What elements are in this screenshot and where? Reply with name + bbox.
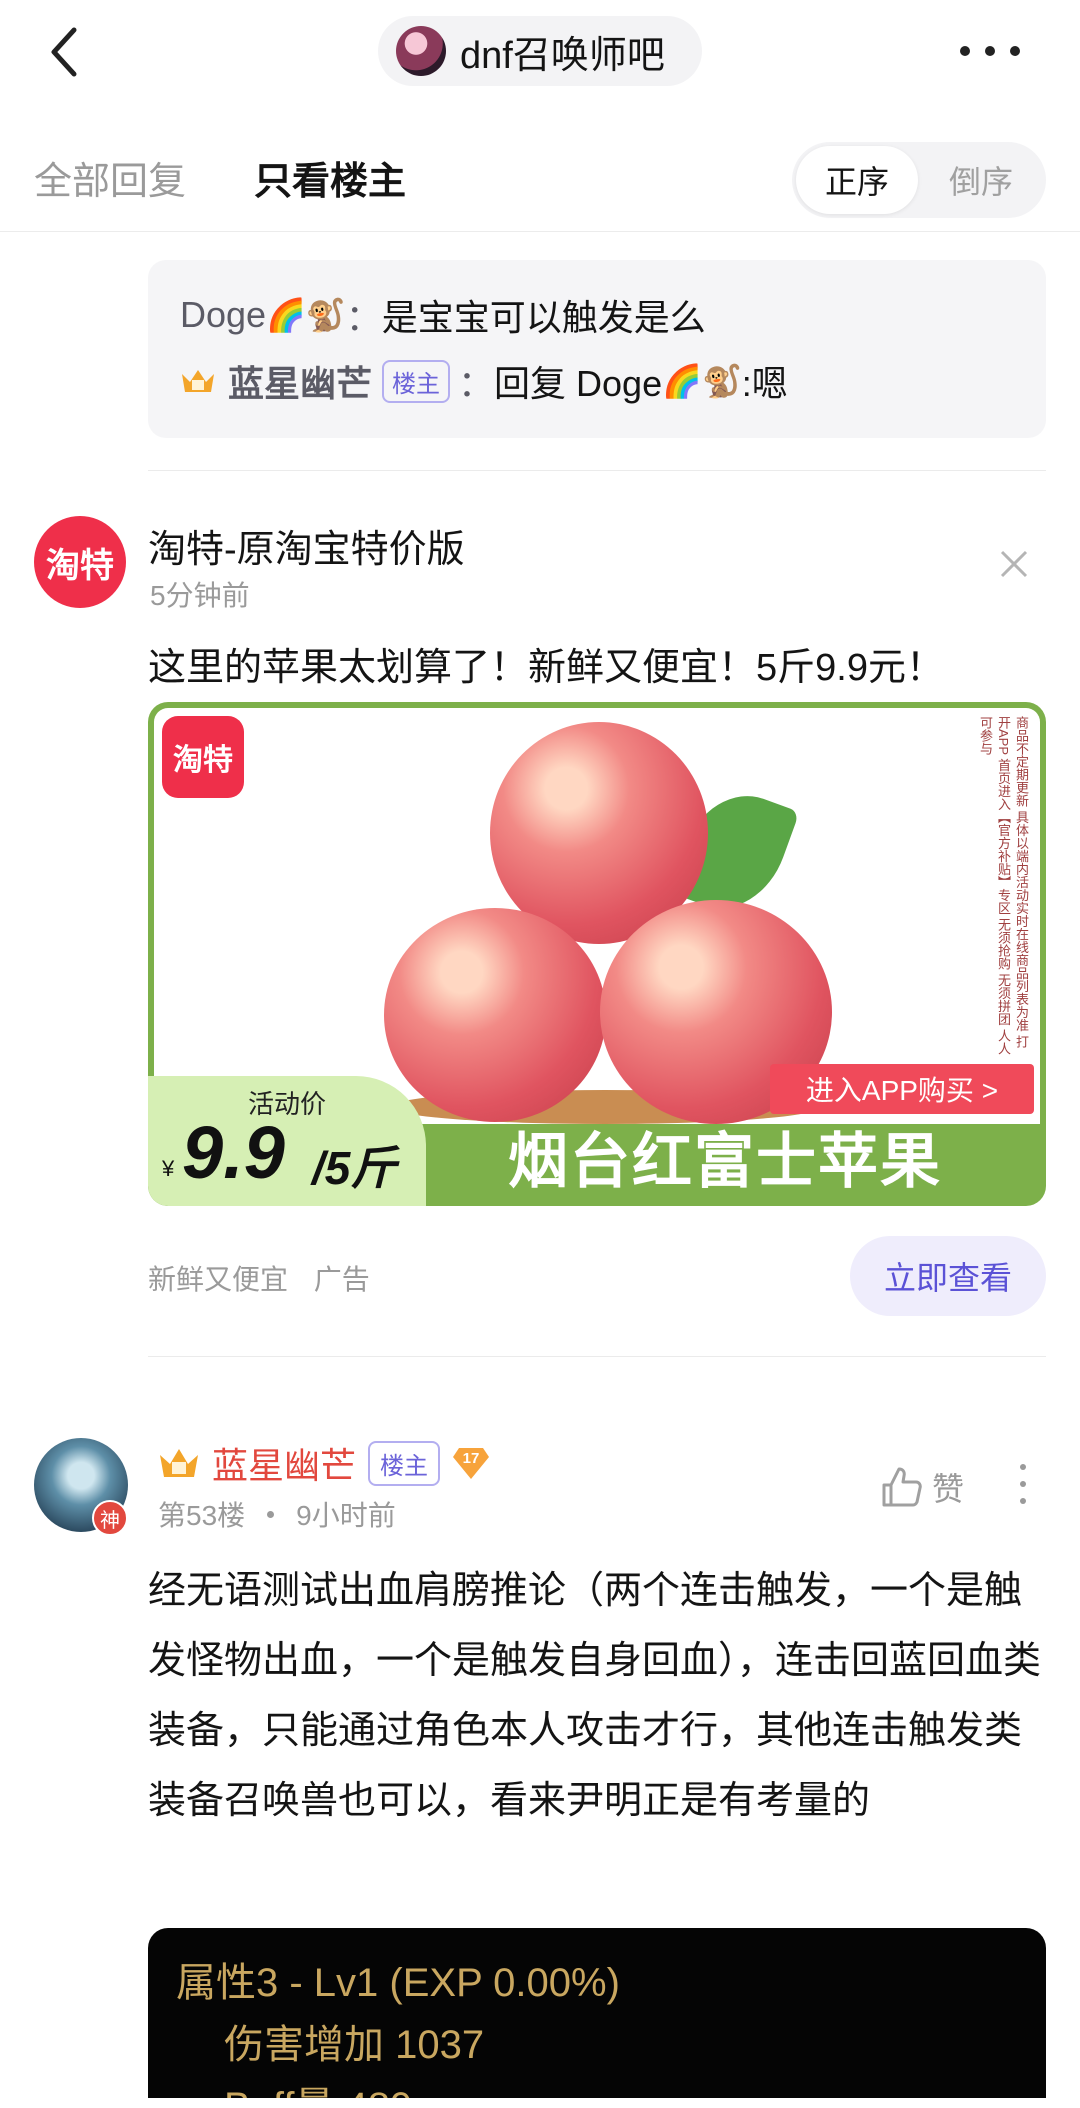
ad-tags: 新鲜又便宜 广告 <box>148 1258 370 1298</box>
floor-number: 第53楼 <box>158 1500 246 1531</box>
sub-reply-box[interactable]: Doge 🌈🐒 ： 是宝宝可以触发是么 蓝星幽芒 楼主 ： 回复 Doge 🌈🐒… <box>148 260 1046 438</box>
order-asc-button[interactable]: 正序 <box>796 146 918 214</box>
tab-owner-only[interactable]: 只看楼主 <box>254 150 406 205</box>
like-label: 赞 <box>932 1471 965 1507</box>
apple-shape <box>384 908 606 1122</box>
owner-tag: 楼主 <box>368 1440 441 1486</box>
sub-reply-user[interactable]: 蓝星幽芒 <box>228 355 372 407</box>
image-text-line: 属性3 - Lv1 (EXP 0.00%) <box>176 1961 620 2005</box>
banner-side-text: 商品不定期更新 具体以端内活动实时在线商品列表为准 打开APP 首页进入【官方补… <box>978 716 1029 1056</box>
post-header: 蓝星幽芒 楼主 17 <box>158 1440 490 1486</box>
thumbs-up-icon <box>882 1467 922 1507</box>
crown-icon <box>160 1449 198 1477</box>
avatar-badge: 神 <box>92 1500 128 1536</box>
enter-app-buy-button[interactable]: 进入APP购买 > <box>770 1064 1034 1114</box>
ad-label: 广告 <box>313 1264 370 1295</box>
ad-banner-image[interactable]: 淘特 商品不定期更新 具体以端内活动实时在线商品列表为准 打开APP 首页进入【… <box>148 702 1046 1206</box>
advertiser-logo[interactable]: 淘特 <box>34 516 126 608</box>
price-box: 活动价 ¥ 9.9 /5斤 <box>148 1076 426 1206</box>
top-bar: dnf召唤师吧 <box>0 0 1080 110</box>
forum-avatar <box>396 26 446 76</box>
sub-reply-user[interactable]: Doge <box>180 294 266 336</box>
sub-reply-text: 是宝宝可以触发是么 <box>381 297 706 338</box>
reply-filter-bar: 全部回复 只看楼主 正序 倒序 <box>0 120 1080 232</box>
owner-tag: 楼主 <box>382 359 451 403</box>
sub-reply-separator: ： <box>458 363 495 404</box>
post-author[interactable]: 蓝星幽芒 <box>212 1437 356 1489</box>
currency-symbol: ¥ <box>162 1156 175 1181</box>
more-icon[interactable] <box>960 44 1020 58</box>
product-name: 烟台红富士苹果 <box>508 1128 942 1195</box>
sub-reply-tail: :嗯 <box>741 363 788 404</box>
meta-dot <box>267 1510 275 1518</box>
ad-tag: 新鲜又便宜 <box>148 1264 289 1295</box>
level-badge: 17 <box>452 1445 490 1481</box>
sub-reply-emoji: 🌈🐒 <box>662 362 742 400</box>
close-icon[interactable] <box>996 546 1032 582</box>
bottom-edge <box>0 2098 1080 2108</box>
tab-all-replies[interactable]: 全部回复 <box>34 150 186 205</box>
order-toggle: 正序 倒序 <box>792 142 1046 218</box>
like-button[interactable]: 赞 <box>880 1464 964 1510</box>
view-now-button[interactable]: 立即查看 <box>850 1236 1046 1316</box>
order-desc-button[interactable]: 倒序 <box>920 146 1042 214</box>
sub-reply-emoji: 🌈🐒 <box>266 296 346 334</box>
sub-reply-text: 回复 Doge <box>494 363 663 404</box>
back-icon[interactable] <box>44 24 88 80</box>
image-text-line: 伤害增加 1037 <box>224 2023 485 2067</box>
sub-reply-1: Doge 🌈🐒 ： 是宝宝可以触发是么 <box>180 282 1014 348</box>
sub-reply-separator: ： <box>345 297 382 338</box>
post-time: 9小时前 <box>296 1500 396 1531</box>
forum-pill[interactable]: dnf召唤师吧 <box>378 16 702 86</box>
post-body: 经无语测试出血肩膀推论（两个连击触发，一个是触发怪物出血，一个是触发自身回血），… <box>148 1570 1042 1822</box>
ad-time: 5分钟前 <box>150 580 250 611</box>
banner-photo: 淘特 商品不定期更新 具体以端内活动实时在线商品列表为准 打开APP 首页进入【… <box>154 708 1040 1124</box>
sub-reply-2: 蓝星幽芒 楼主 ： 回复 Doge 🌈🐒 :嗯 <box>180 348 1014 414</box>
crown-icon <box>182 370 214 392</box>
price-value: 9.9 <box>182 1111 285 1194</box>
divider <box>148 1356 1046 1357</box>
price-unit: /5斤 <box>312 1142 397 1194</box>
level-number: 17 <box>462 1450 480 1467</box>
post-meta: 第53楼 9小时前 <box>158 1494 396 1534</box>
advertiser-name[interactable]: 淘特-原淘宝特价版 <box>148 518 465 573</box>
banner-logo: 淘特 <box>162 716 244 798</box>
divider <box>148 470 1046 471</box>
forum-name: dnf召唤师吧 <box>460 34 665 77</box>
ad-headline[interactable]: 这里的苹果太划算了！新鲜又便宜！5斤9.9元！ <box>148 636 944 691</box>
post-image[interactable]: 属性3 - Lv1 (EXP 0.00%) 伤害增加 1037 Buff量 48… <box>148 1928 1046 2108</box>
more-vertical-icon[interactable] <box>1016 1464 1030 1508</box>
